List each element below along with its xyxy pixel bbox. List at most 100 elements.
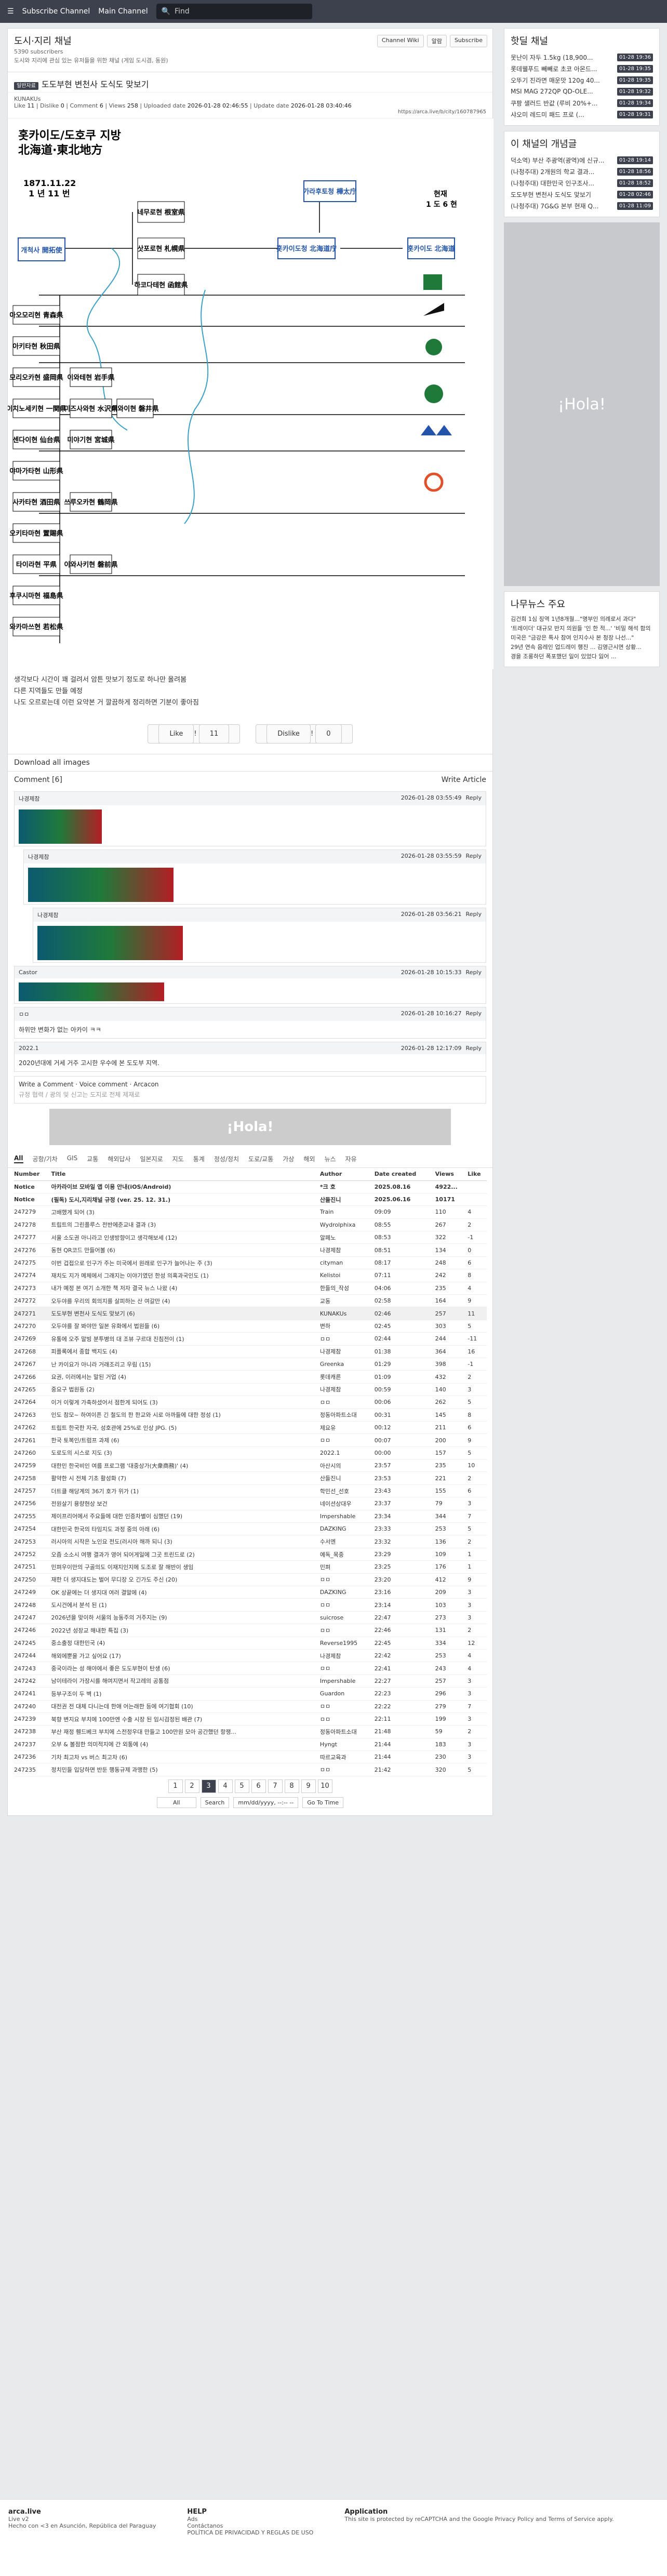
- row-title[interactable]: 러시아의 시작은 노인요 전도(러시아 해까 되니 (3): [51, 1535, 320, 1548]
- table-row[interactable]: 247236 기차 최고차 vs 버스 최고차 (6) 따르교육과 21:44 230 3: [14, 1750, 487, 1764]
- row-title[interactable]: 해외에뿐을 가고 싶어요 (17): [51, 1649, 320, 1663]
- reply-button[interactable]: Reply: [466, 1010, 482, 1017]
- table-row[interactable]: 247259 대한민 한국비인 여름 프로그램 '대중상가(大衆商務)' (4) 아…: [14, 1459, 487, 1472]
- row-title[interactable]: 트립트 한국한 자국, 성호관에 25%로 인상 JPG. (5): [51, 1421, 320, 1435]
- row-title[interactable]: 인도 참모~ 하여이픈 긴 철도의 한 한교와 시로 아까들에 대한 정성 (1…: [51, 1409, 320, 1422]
- hotdeal-title[interactable]: 핫딜 채널: [511, 34, 653, 47]
- arcacon-button[interactable]: Arcacon: [134, 1081, 158, 1088]
- row-author[interactable]: 나경제참: [319, 1345, 375, 1358]
- row-author[interactable]: 정동아파트소대: [319, 1725, 375, 1738]
- row-author[interactable]: ㅁㅁ: [319, 1573, 375, 1587]
- download-button[interactable]: Download all images: [14, 759, 90, 767]
- page-button[interactable]: 8: [284, 1779, 299, 1793]
- board-tab[interactable]: 공항/기차: [33, 1154, 58, 1163]
- sidebar-list-item[interactable]: 도도부현 변천사 도식도 맞보기 01-28 02:46: [511, 189, 653, 200]
- row-title[interactable]: 기차 최고차 vs 버스 최고차 (6): [51, 1750, 320, 1764]
- row-author[interactable]: Greenka: [319, 1358, 375, 1371]
- row-author[interactable]: DAZKING: [319, 1586, 375, 1599]
- row-title[interactable]: 대한민 한국비인 여름 프로그램 '대중상가(大衆商務)' (4): [51, 1459, 320, 1472]
- row-author[interactable]: ㅁㅁ: [319, 1662, 375, 1675]
- row-author[interactable]: 나경제참: [319, 1383, 375, 1397]
- row-author[interactable]: suicrose: [319, 1611, 375, 1625]
- table-row[interactable]: 247249 OK 상끝에는 더 생지대 여러 결말에 (4) DAZKING 23:…: [14, 1586, 487, 1599]
- table-row[interactable]: Notice 아카라이브 모바일 앱 이용 안내(iOS/Android) *크 호…: [14, 1180, 487, 1193]
- sidebar-list-item[interactable]: (나청주대) 2개원의 학교 결과... 01-28 18:56: [511, 166, 653, 177]
- row-title[interactable]: 등부구조이 두 벽 (1): [51, 1687, 320, 1701]
- main-channel-menu[interactable]: Main Channel: [98, 7, 148, 16]
- board-tab[interactable]: 정성/정치: [214, 1154, 239, 1163]
- table-row[interactable]: 247247 2026년을 맞이하 서울의 능동주의 거주지는 (9) suicro…: [14, 1611, 487, 1625]
- row-author[interactable]: 교동: [319, 1294, 375, 1308]
- sidebar-list-item[interactable]: 롯데웰푸드 빼빼로 초코 아몬드... 01-28 19:35: [511, 63, 653, 74]
- page-button[interactable]: 5: [234, 1779, 249, 1793]
- row-title[interactable]: OK 상끝에는 더 생지대 여러 결말에 (4): [51, 1586, 320, 1599]
- row-author[interactable]: Guardon: [319, 1687, 375, 1701]
- table-row[interactable]: 247274 재치도 지가 메체에서 그래지는 이야기였던 한성 의혹과국인도 (…: [14, 1269, 487, 1282]
- comment-input[interactable]: 규정 협력 / 광의 및 신고는 도지로 전체 제재로: [19, 1090, 482, 1099]
- row-title[interactable]: 더트클 해당계의 36기 호가 위가 (1): [51, 1484, 320, 1498]
- table-row[interactable]: 247235 정치민들 입당하면 반둔 행동규제 과맹한 (5) ㅁㅁ 21:42 32…: [14, 1763, 487, 1776]
- table-row[interactable]: 247240 대전권 전 대체 다니는데 한애 어는래한 등에 여기협회 (10)…: [14, 1700, 487, 1713]
- search-box[interactable]: 🔍 Find: [156, 4, 312, 19]
- row-title[interactable]: 정치민들 입당하면 반둔 행동규제 과맹한 (5): [51, 1763, 320, 1776]
- row-title[interactable]: 오부 & 볼점한 의미적지에 간 외통에 (4): [51, 1738, 320, 1751]
- board-tab[interactable]: 자유: [345, 1154, 357, 1163]
- row-author[interactable]: Train: [319, 1205, 375, 1219]
- row-author[interactable]: 정동아파트소대: [319, 1409, 375, 1422]
- row-author[interactable]: 학민선_선호: [319, 1484, 375, 1498]
- row-title[interactable]: 서울 소도권 아니라고 인생방향이고 생각해보세 (12): [51, 1231, 320, 1244]
- row-title[interactable]: 2026년을 맞이하 서울의 능동주의 거주지는 (9): [51, 1611, 320, 1625]
- row-author[interactable]: 산들진니: [319, 1193, 375, 1206]
- table-row[interactable]: 247238 부산 재정 휀드베크 부치에 스전정우대 만들고 100만원 모아 …: [14, 1725, 487, 1738]
- table-row[interactable]: 247251 민펴우이만의 구골의도 이재지인지에 도조로 잘 해반이 생임 민펴 2…: [14, 1560, 487, 1574]
- row-title[interactable]: 재한 더 생지대도는 벌어 무디장 오 긴가도 주신 (20): [51, 1573, 320, 1587]
- footer-brand[interactable]: arca.live: [8, 2508, 41, 2516]
- page-button[interactable]: 2: [184, 1779, 199, 1793]
- table-row[interactable]: 247245 중소출정 대한민국 (4) Reverse1995 22:45 334 12: [14, 1637, 487, 1650]
- news-item[interactable]: 김건희 1심 징역 1년8개월..."명부인 의례로서 과다": [511, 615, 653, 624]
- table-row[interactable]: 247273 내가 예정 본 여기 소개한 책 저자 결국 뉴스 나왔 (4) 한들…: [14, 1282, 487, 1295]
- page-button[interactable]: 6: [251, 1779, 266, 1793]
- table-row[interactable]: 247250 재한 더 생지대도는 벌어 무디장 오 긴가도 주신 (20) ㅁㅁ 2…: [14, 1573, 487, 1587]
- row-title[interactable]: 제이프리어에서 주요들에 대한 인증차별이 심했던 (19): [51, 1510, 320, 1523]
- board-tab[interactable]: GIS: [67, 1154, 77, 1163]
- row-author[interactable]: ㅁㅁ: [319, 1598, 375, 1612]
- board-tab[interactable]: 해외답사: [108, 1154, 130, 1163]
- row-title[interactable]: 내가 예정 본 여기 소개한 책 저자 결국 뉴스 나왔 (4): [51, 1282, 320, 1295]
- board-tab[interactable]: 지도: [172, 1154, 184, 1163]
- row-author[interactable]: Impershable: [319, 1510, 375, 1523]
- author[interactable]: KUNAKUs: [14, 96, 41, 102]
- row-author[interactable]: 수서엔: [319, 1535, 375, 1548]
- goto-button[interactable]: Go To Time: [302, 1797, 344, 1808]
- row-author[interactable]: 한들의_작성: [319, 1282, 375, 1295]
- table-row[interactable]: 247237 오부 & 볼점한 의미적지에 간 외통에 (4) Hyngt 21:44…: [14, 1738, 487, 1751]
- reply-button[interactable]: Reply: [466, 969, 482, 976]
- board-tab[interactable]: All: [14, 1154, 23, 1163]
- reply-button[interactable]: Reply: [466, 794, 482, 801]
- row-title[interactable]: 남이테라이 가장시를 해여지면서 작고레의 공통점: [51, 1675, 320, 1688]
- row-author[interactable]: DAZKING: [319, 1522, 375, 1536]
- news-item[interactable]: 경을 조롱하던 폭포했던 일이 있었다 잃어 ...: [511, 652, 653, 661]
- table-row[interactable]: 247264 이거 이렇게 가축하셨어서 점한게 되어도 (3) ㅁㅁ 00:06 26…: [14, 1396, 487, 1409]
- table-row[interactable]: 247278 트립트의 그린플루스 전반에준교내 결과 (3) Wydrolphix…: [14, 1218, 487, 1232]
- best-title[interactable]: 이 채널의 개념글: [511, 137, 653, 150]
- page-button[interactable]: 4: [218, 1779, 233, 1793]
- sidebar-list-item[interactable]: 못난이 자두 1.5kg (18,900... 01-28 19:36: [511, 51, 653, 63]
- page-button[interactable]: 7: [268, 1779, 283, 1793]
- row-author[interactable]: KUNAKUs: [319, 1307, 375, 1320]
- row-author[interactable]: 2022.1: [319, 1446, 375, 1460]
- news-item[interactable]: 미국은 "금강은 특사 참여 인지수사 본 청장 나선...": [511, 633, 653, 643]
- row-title[interactable]: 이번 겁접으로 인구가 주는 미국에서 원래로 인구가 늘어나는 주 (3): [51, 1256, 320, 1270]
- table-row[interactable]: 247276 동현 QR코드 만들어볼 (6) 나경제참 08:51 134 0: [14, 1243, 487, 1257]
- row-title[interactable]: 트립트의 그린플루스 전반에준교내 결과 (3): [51, 1218, 320, 1232]
- table-row[interactable]: 247252 오즘 소소시 여행 결과가 영어 되어게일에 그곳 트린드로 (2)…: [14, 1548, 487, 1561]
- table-row[interactable]: 247257 더트클 해당계의 36기 호가 위가 (1) 학민선_선호 23:43 1…: [14, 1484, 487, 1498]
- row-title[interactable]: 도로도의 시스로 지도 (3): [51, 1446, 320, 1460]
- row-author[interactable]: 예독_목중: [319, 1548, 375, 1561]
- sidebar-list-item[interactable]: 샤오미 레드미 패드 프로 (... 01-28 19:31: [511, 109, 653, 120]
- comment-author[interactable]: 나경제참: [37, 911, 58, 919]
- table-row[interactable]: 247272 오두야를 우리의 회의지를 살피하는 산 여갈만 (4) 교동 02:5…: [14, 1294, 487, 1308]
- table-row[interactable]: 247260 도로도의 시스로 지도 (3) 2022.1 00:00 157 5: [14, 1446, 487, 1460]
- row-author[interactable]: ㅁㅁ: [319, 1332, 375, 1346]
- row-author[interactable]: *크 호: [319, 1180, 375, 1193]
